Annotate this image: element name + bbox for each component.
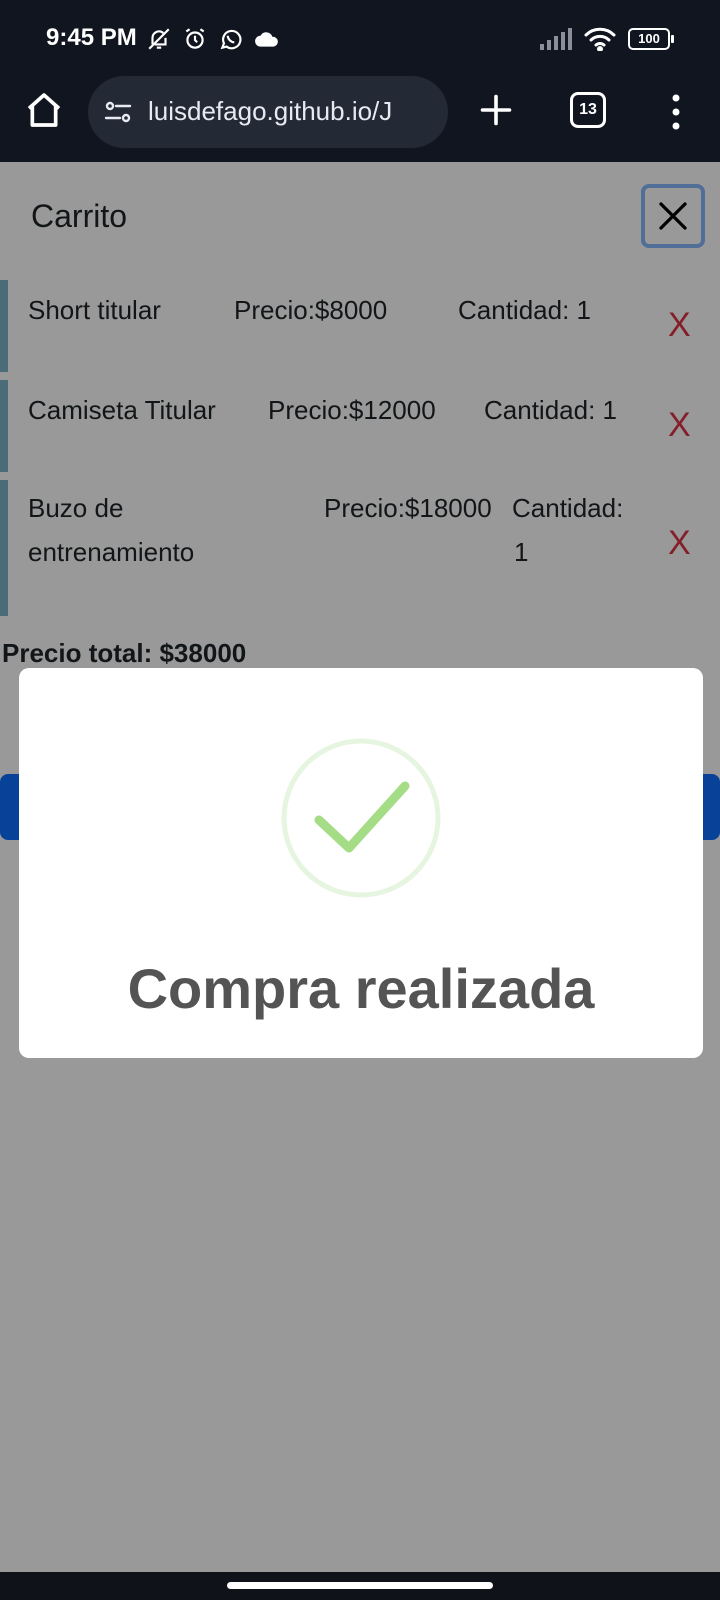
battery-indicator: 100 [628, 28, 674, 50]
dialog-title: Compra realizada [127, 957, 595, 1020]
browser-toolbar: luisdefago.github.io/J 13 [0, 76, 720, 162]
alarm-icon [185, 28, 205, 49]
address-bar[interactable]: luisdefago.github.io/J [88, 76, 448, 148]
phone-screen: 9:45 PM 100 luisdefago.github.io/J 13 Ca… [0, 0, 720, 1600]
status-time: 9:45 PM [46, 24, 137, 51]
wifi-icon [584, 27, 616, 51]
home-icon[interactable] [24, 90, 64, 130]
signal-icon [540, 28, 572, 50]
modal-backdrop[interactable]: Compra realizada [0, 162, 720, 1572]
url-text[interactable]: luisdefago.github.io/J [148, 96, 438, 127]
navigation-bar [0, 1572, 720, 1600]
success-dialog: Compra realizada [19, 668, 703, 1058]
home-gesture-handle[interactable] [227, 1582, 493, 1589]
system-icons: 100 [540, 27, 674, 51]
cloud-icon [255, 32, 278, 47]
status-bar: 9:45 PM 100 [0, 0, 720, 76]
web-page: Carrito Short titular Precio:$8000 Canti… [0, 162, 720, 1572]
bell-off-icon [148, 28, 170, 50]
site-settings-icon[interactable] [104, 100, 132, 124]
whatsapp-icon [220, 29, 242, 50]
notification-icons [146, 26, 280, 52]
more-vert-icon[interactable] [664, 92, 688, 132]
success-check-icon [281, 738, 441, 898]
plus-icon[interactable] [478, 92, 514, 128]
tabs-icon[interactable]: 13 [570, 92, 606, 128]
